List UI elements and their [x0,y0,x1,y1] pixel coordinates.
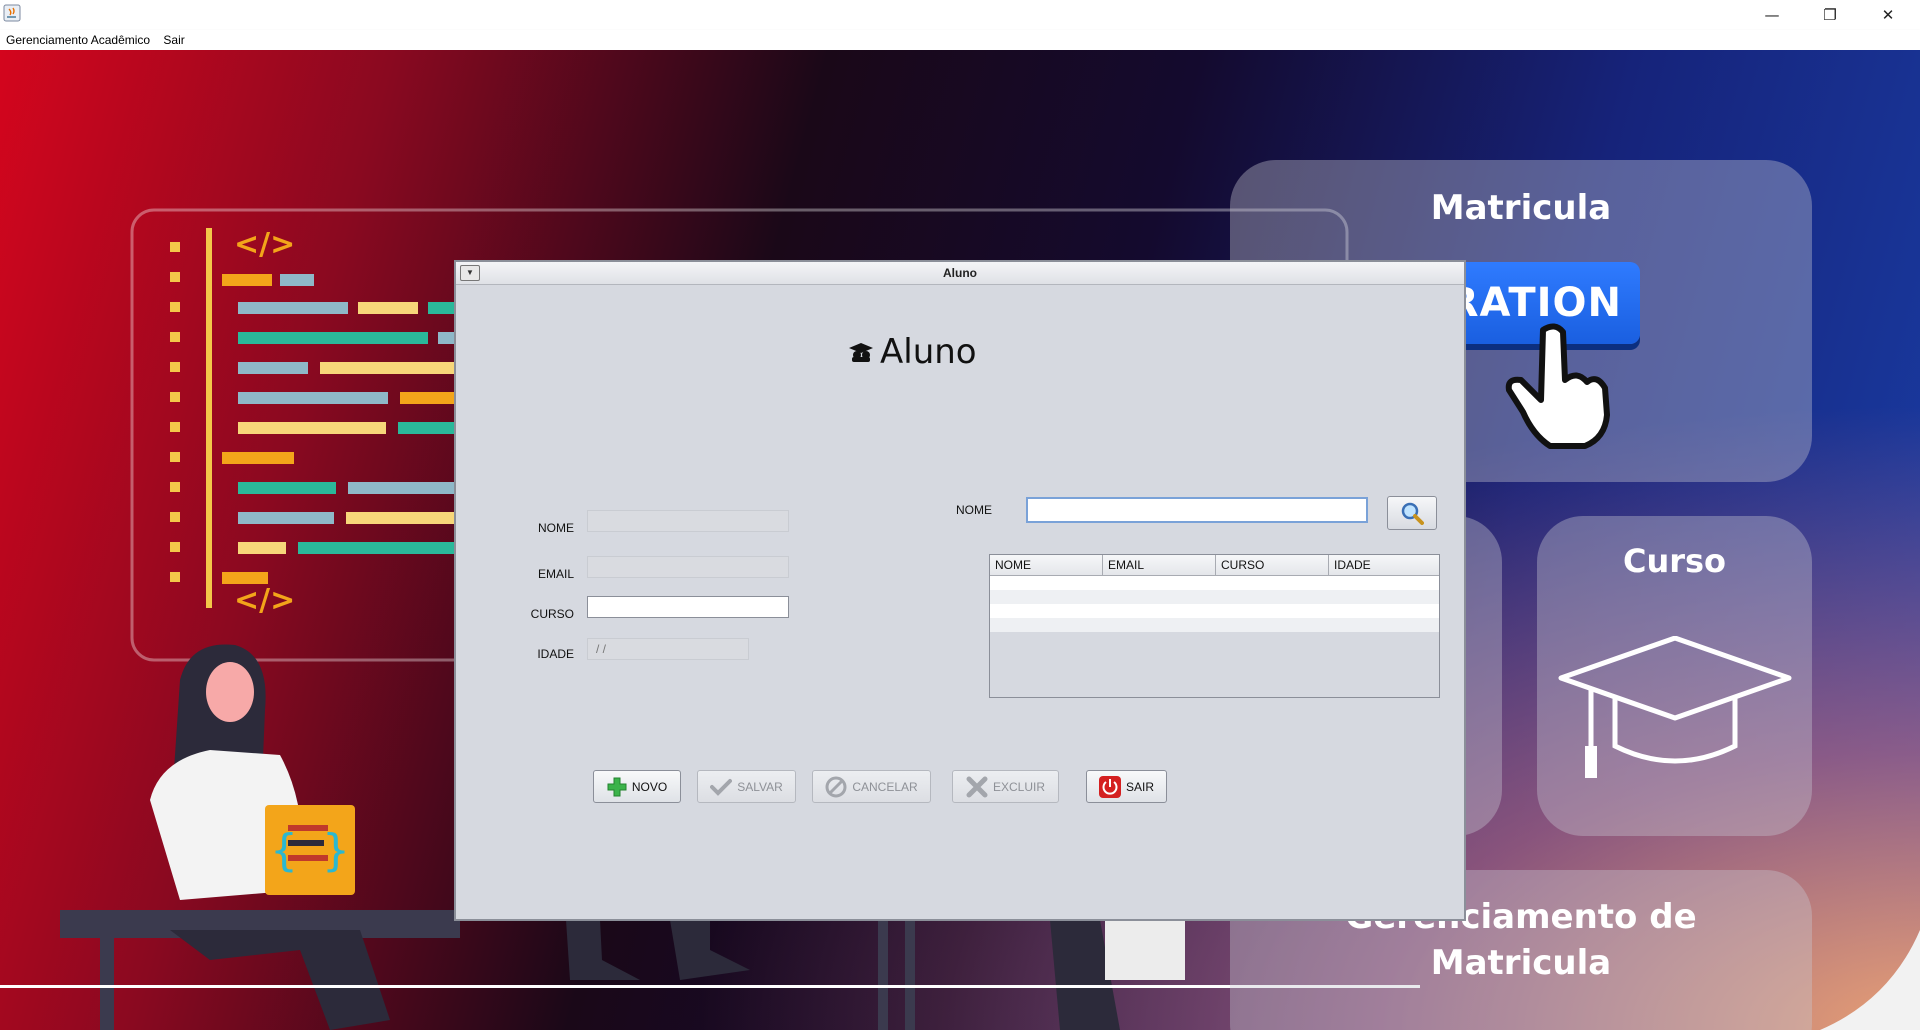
hand-cursor-icon [1505,323,1610,449]
salvar-label: SALVAR [737,779,783,794]
magnifier-icon [1401,502,1424,525]
nome-label: NOME [538,521,574,535]
sair-button[interactable]: SAIR [1086,770,1167,803]
column-header-curso[interactable]: CURSO [1216,555,1329,575]
close-window-button[interactable]: ✕ [1859,0,1917,30]
dialog-menu-button[interactable]: ▼ [460,265,480,281]
java-app-icon [3,4,21,22]
restore-icon: ❐ [1823,6,1837,24]
page-curl [1820,930,1920,1030]
search-button[interactable] [1387,496,1437,530]
card-curso-title: Curso [1622,542,1727,580]
aluno-dialog: ▼ Aluno Aluno NOME EMAIL CURSO IDADE / /… [454,260,1466,921]
cancel-icon [825,776,847,797]
sair-label: SAIR [1125,779,1154,794]
delete-x-icon [966,776,988,797]
menu-gerenciamento-academico[interactable]: Gerenciamento Acadêmico [0,30,154,47]
cancelar-label: CANCELAR [852,779,918,794]
excluir-button[interactable]: EXCLUIR [952,770,1059,803]
background-figures [566,920,1185,1030]
salvar-button[interactable]: SALVAR [697,770,796,803]
card-curso[interactable]: Curso [1537,516,1812,836]
column-header-idade[interactable]: IDADE [1329,555,1439,575]
novo-button[interactable]: NOVO [593,770,681,803]
student-icon [849,343,873,362]
svg-text:{: { [270,825,298,876]
column-header-nome[interactable]: NOME [990,555,1103,575]
svg-text:</>: </> [234,583,295,618]
minimize-button[interactable]: — [1743,0,1801,30]
email-label: EMAIL [537,567,574,581]
excluir-label: EXCLUIR [992,779,1045,794]
dialog-titlebar: ▼ Aluno [456,262,1464,285]
curso-label: CURSO [530,607,574,621]
svg-text:</>: </> [234,227,295,262]
restore-button[interactable]: ❐ [1801,0,1859,30]
menu-bar: Gerenciamento Acadêmico Sair [0,30,1920,50]
table-row[interactable] [990,576,1439,590]
svg-text:}: } [322,825,350,876]
student-illustration: { } [60,644,460,1030]
plus-icon [607,777,627,796]
menu-sair[interactable]: Sair [157,30,188,47]
floor-line [0,985,1420,988]
nome-field[interactable] [587,510,789,532]
idade-field[interactable]: / / [587,638,749,660]
cancelar-button[interactable]: CANCELAR [812,770,931,803]
minimize-icon: — [1764,6,1780,24]
search-nome-label: NOME [956,503,992,517]
window-titlebar: — ❐ ✕ [0,0,1920,30]
table-row[interactable] [990,604,1439,618]
table-row[interactable] [990,590,1439,604]
column-header-email[interactable]: EMAIL [1103,555,1216,575]
novo-label: NOVO [631,779,668,794]
page-title: Aluno [880,332,977,372]
chevron-down-icon: ▼ [466,268,474,277]
table-header: NOME EMAIL CURSO IDADE [990,555,1439,576]
dialog-title: Aluno [943,266,977,280]
graduation-cap-icon [1558,636,1792,778]
search-input[interactable] [1026,497,1368,523]
idade-label: IDADE [537,647,574,661]
card-matricula-title: Matricula [1430,188,1612,228]
email-field[interactable] [587,556,789,578]
table-row[interactable] [990,618,1439,632]
checkmark-icon [710,778,733,796]
close-icon: ✕ [1881,6,1895,24]
results-table[interactable]: NOME EMAIL CURSO IDADE [989,554,1440,698]
page-heading: Aluno [848,332,977,372]
card-gerenciamento-line2: Matricula [1430,943,1612,983]
power-icon [1098,775,1121,798]
curso-field[interactable] [587,596,789,618]
